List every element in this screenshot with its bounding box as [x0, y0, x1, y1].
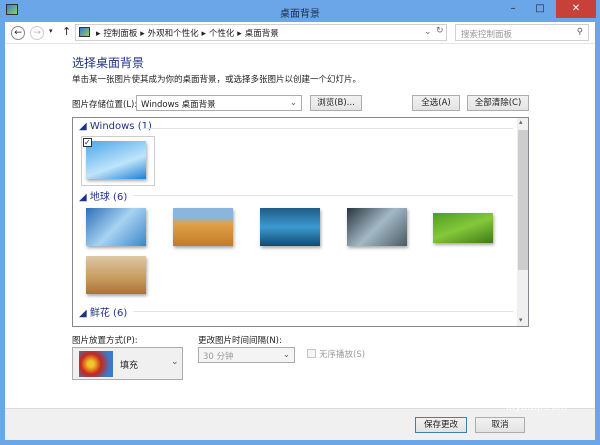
fill-preview-icon	[79, 351, 113, 377]
address-bar-row: ← → ▾ ↑ ▸ 控制面板 ▸ 外观和个性化 ▸ 个性化 ▸ 桌面背景 ⌄ ↻…	[5, 22, 595, 44]
location-label: 图片存储位置(L):	[72, 100, 138, 110]
minimize-button[interactable]: –	[500, 0, 526, 18]
checkbox-checked-icon[interactable]: ✓	[83, 138, 92, 147]
location-value: Windows 桌面背景	[141, 100, 216, 110]
page-title: 选择桌面背景	[72, 56, 145, 70]
interval-label: 更改图片时间间隔(N):	[198, 336, 282, 346]
position-label: 图片放置方式(P):	[72, 336, 138, 346]
title-bar: 桌面背景 – □ ✕	[0, 0, 600, 22]
breadcrumb-item[interactable]: 桌面背景	[245, 29, 279, 39]
thumbnail[interactable]	[260, 208, 320, 246]
save-button[interactable]: 保存更改	[415, 417, 467, 433]
maximize-button[interactable]: □	[527, 0, 553, 18]
thumbnail[interactable]	[86, 256, 146, 294]
chevron-down-icon: ⌄	[171, 357, 179, 367]
search-placeholder: 搜索控制面板	[461, 30, 513, 40]
divider	[133, 311, 513, 312]
shuffle-label: 无序播放(S)	[319, 350, 366, 360]
thumbnail[interactable]	[173, 208, 233, 246]
group-name: Windows (1)	[89, 121, 152, 132]
breadcrumb-item[interactable]: 控制面板	[103, 29, 137, 39]
scrollbar-thumb[interactable]	[518, 130, 528, 270]
chevron-down-icon: ⌄	[289, 98, 297, 108]
interval-select[interactable]: 30 分钟 ⌄	[198, 347, 295, 363]
location-select[interactable]: Windows 桌面背景 ⌄	[136, 95, 302, 111]
interval-value: 30 分钟	[203, 352, 234, 362]
thumbnail[interactable]	[433, 213, 493, 243]
breadcrumb[interactable]: ▸ 控制面板 ▸ 外观和个性化 ▸ 个性化 ▸ 桌面背景 ⌄ ↻	[75, 24, 447, 41]
breadcrumb-item[interactable]: 外观和个性化	[148, 29, 199, 39]
up-icon[interactable]: ↑	[62, 25, 71, 38]
back-icon[interactable]: ←	[11, 26, 25, 40]
breadcrumb-item[interactable]: 个性化	[209, 29, 235, 39]
chevron-down-icon[interactable]: ⌄	[424, 27, 432, 37]
shuffle-checkbox[interactable]	[307, 349, 316, 358]
scroll-up-icon[interactable]: ▴	[519, 118, 523, 126]
position-select[interactable]: 填充 ⌄	[72, 347, 183, 380]
group-header-earth[interactable]: ◢ 地球 (6)	[79, 188, 127, 203]
recent-dropdown-icon[interactable]: ▾	[49, 27, 53, 35]
search-input[interactable]: 搜索控制面板 ⚲	[455, 24, 589, 41]
group-name: 地球 (6)	[89, 192, 128, 203]
watermark-url: luyouqi.com	[506, 402, 568, 413]
thumbnail[interactable]	[86, 141, 146, 179]
group-header-flowers[interactable]: ◢ 鲜花 (6)	[79, 304, 127, 319]
search-icon: ⚲	[576, 27, 583, 37]
watermark-logo: 路由器	[445, 381, 512, 406]
picture-list: ◢ Windows (1) ✓ ◢ 地球 (6) ◢ 鲜花 (6) ▴ ▾	[72, 117, 529, 327]
page-description: 单击某一张图片使其成为你的桌面背景，或选择多张图片以创建一个幻灯片。	[72, 75, 362, 85]
browse-button[interactable]: 浏览(B)...	[310, 95, 362, 111]
select-all-button[interactable]: 全选(A)	[412, 95, 460, 111]
forward-icon[interactable]: →	[30, 26, 44, 40]
position-value: 填充	[120, 361, 139, 371]
clear-all-button[interactable]: 全部清除(C)	[467, 95, 529, 111]
group-name: 鲜花 (6)	[89, 308, 128, 319]
divider	[133, 195, 513, 196]
cancel-button[interactable]: 取消	[475, 417, 525, 433]
scrollbar[interactable]: ▴ ▾	[517, 118, 528, 326]
refresh-icon[interactable]: ↻	[436, 26, 444, 36]
divider	[143, 128, 513, 129]
close-button[interactable]: ✕	[556, 0, 596, 18]
scroll-down-icon[interactable]: ▾	[519, 316, 523, 324]
chevron-down-icon: ⌄	[282, 350, 290, 360]
thumbnail[interactable]	[86, 208, 146, 246]
control-panel-icon	[79, 27, 90, 37]
thumbnail[interactable]	[347, 208, 407, 246]
group-header-windows[interactable]: ◢ Windows (1)	[79, 121, 152, 132]
